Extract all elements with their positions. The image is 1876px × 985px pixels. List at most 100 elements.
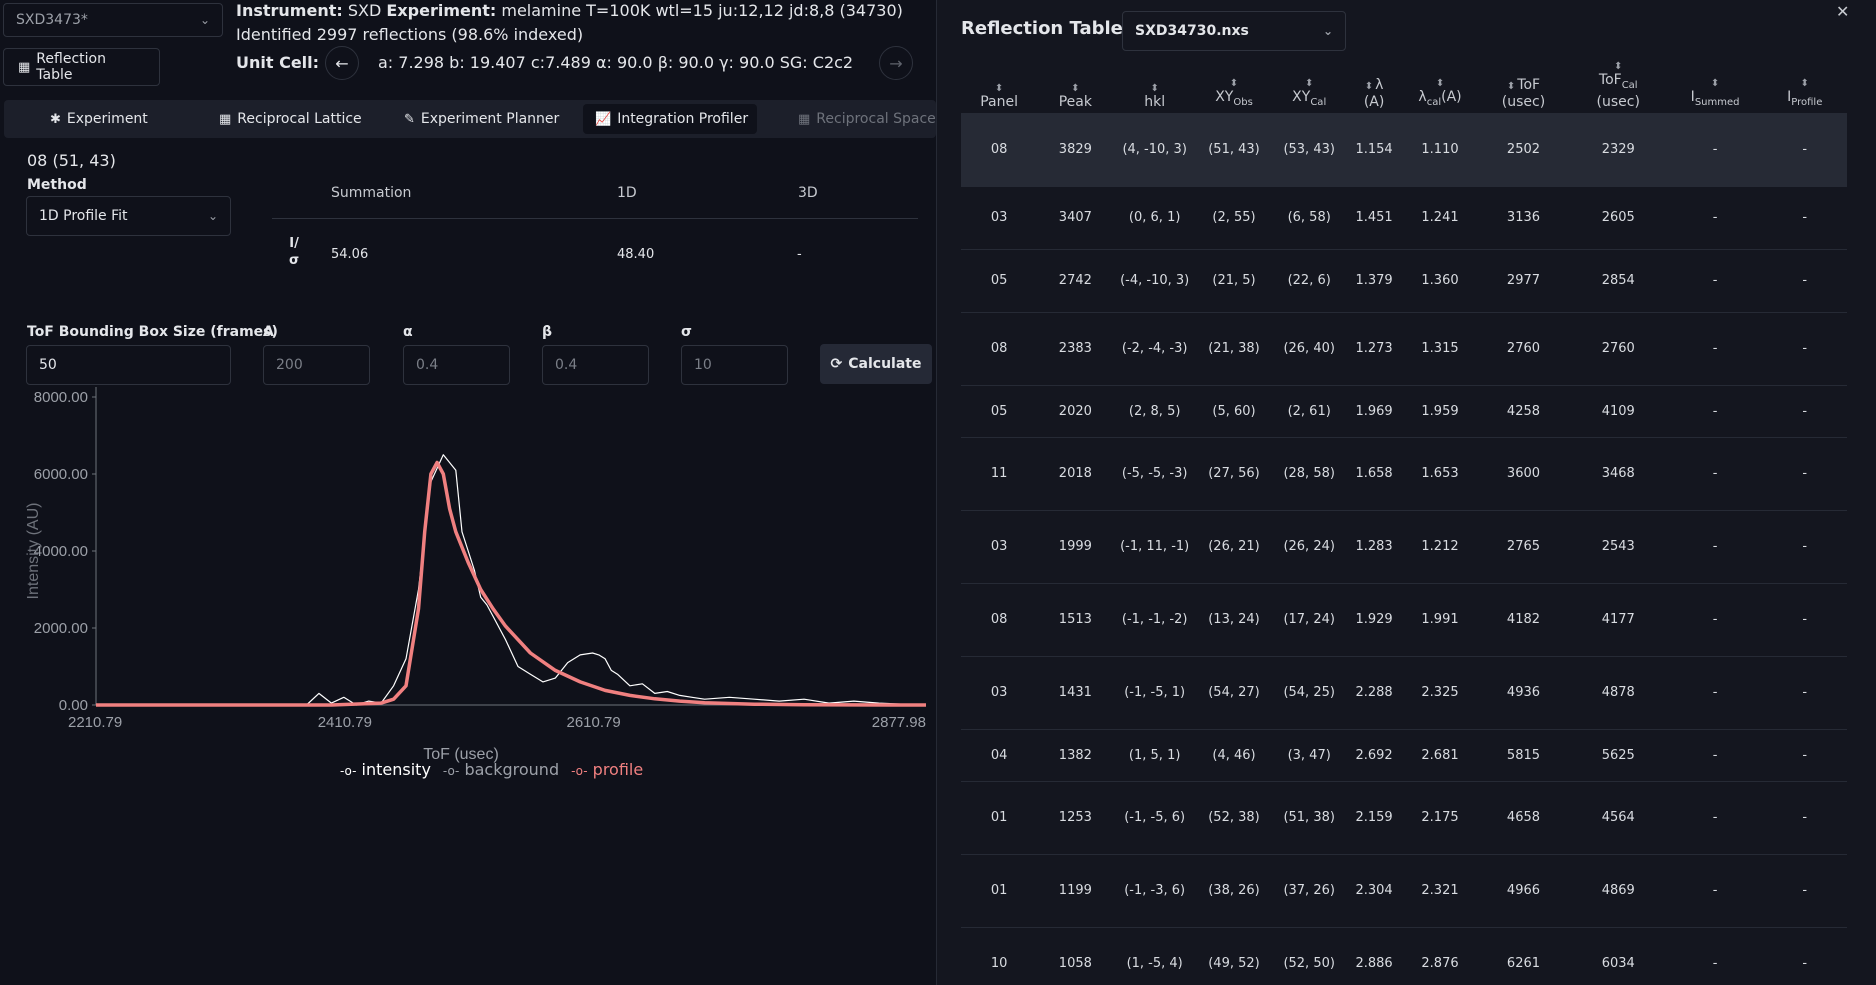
- table-cell: (21, 5): [1195, 249, 1273, 313]
- table-row[interactable]: 05 2742 (-4, -10, 3) (21, 5) (22, 6) 1.379 1.3…: [961, 249, 1847, 313]
- close-icon[interactable]: ✕: [1836, 2, 1849, 21]
- next-unit-cell-button[interactable]: →: [879, 46, 913, 80]
- table-cell: -: [1667, 112, 1763, 187]
- calculate-button[interactable]: ⟳ Calculate: [820, 344, 932, 384]
- column-header-6[interactable]: ⬍ λcal(A): [1402, 62, 1478, 113]
- table-row[interactable]: 08 3829 (4, -10, 3) (51, 43) (53, 43) 1.154 1.…: [961, 112, 1847, 187]
- file-select[interactable]: SXD34730.nxs ⌄: [1122, 11, 1346, 51]
- table-cell: -: [1762, 729, 1847, 782]
- table-cell: 1.212: [1401, 510, 1479, 584]
- param-alpha-input[interactable]: 0.4: [403, 345, 510, 385]
- table-cell: 2.304: [1346, 854, 1402, 928]
- reflection-table-title: Reflection Table: [961, 18, 1123, 39]
- y-tick-label: 8000.00: [34, 389, 88, 406]
- arrow-left-icon: ←: [335, 53, 349, 73]
- tab-reciprocal-space[interactable]: ▦ Reciprocal Space: [786, 104, 948, 134]
- table-row[interactable]: 08 1513 (-1, -1, -2) (13, 24) (17, 24) 1.929 1…: [961, 583, 1847, 657]
- table-cell: 1.658: [1346, 437, 1402, 511]
- table-row[interactable]: 01 1253 (-1, -5, 6) (52, 38) (51, 38) 2.159 2.…: [961, 781, 1847, 855]
- chart-legend: -o- intensity -o- background -o- profile: [340, 760, 643, 779]
- table-cell: 2383: [1037, 312, 1114, 386]
- column-header-label: XY: [1292, 89, 1311, 105]
- table-cell: (26, 24): [1272, 510, 1347, 584]
- tof-box-value: 50: [39, 357, 57, 373]
- table-cell: 3600: [1478, 437, 1569, 511]
- table-cell: 01: [961, 781, 1038, 855]
- tab-reciprocal-lattice[interactable]: ▦ Reciprocal Lattice: [207, 104, 374, 134]
- column-header-4[interactable]: ⬍ XYCal: [1272, 62, 1346, 113]
- tab-integration-profiler[interactable]: 📈 Integration Profiler: [583, 104, 757, 134]
- column-header-1[interactable]: ⬍ Peak: [1037, 62, 1113, 113]
- table-cell: 2.325: [1401, 656, 1479, 730]
- table-row[interactable]: 10 1058 (1, -5, 4) (49, 52) (52, 50) 2.886 2.8…: [961, 927, 1847, 985]
- table-row[interactable]: 01 1199 (-1, -3, 6) (38, 26) (37, 26) 2.304 2.…: [961, 854, 1847, 928]
- column-header-7[interactable]: ⬍ ToF (usec): [1478, 62, 1569, 113]
- tab-experiment[interactable]: ✱ Experiment: [38, 104, 160, 134]
- refresh-icon: ⟳: [830, 356, 843, 372]
- param-a-input[interactable]: 200: [263, 345, 370, 385]
- table-cell: 1.273: [1346, 312, 1402, 386]
- table-row[interactable]: 03 3407 (0, 6, 1) (2, 55) (6, 58) 1.451 1.241 3…: [961, 186, 1847, 250]
- table-cell: 3407: [1037, 186, 1114, 250]
- legend-profile-marker: -o-: [571, 764, 588, 778]
- column-header-0[interactable]: ⬍ Panel: [961, 62, 1037, 113]
- table-cell: 2018: [1037, 437, 1114, 511]
- column-header-9[interactable]: ⬍ ISummed: [1668, 62, 1763, 113]
- sort-icon: ⬍: [1506, 80, 1516, 92]
- table-cell: 4869: [1568, 854, 1668, 928]
- table-cell: 3468: [1568, 437, 1668, 511]
- table-cell: 1382: [1037, 729, 1114, 782]
- tof-box-input[interactable]: 50: [26, 345, 231, 385]
- table-cell: -: [1762, 437, 1847, 511]
- reflection-table-button[interactable]: ▦ Reflection Table: [3, 48, 160, 86]
- table-cell: 2.159: [1346, 781, 1402, 855]
- prev-unit-cell-button[interactable]: ←: [325, 46, 359, 80]
- table-cell: 5815: [1478, 729, 1569, 782]
- dataset-select[interactable]: SXD3473* ⌄: [3, 3, 223, 37]
- table-row[interactable]: 03 1999 (-1, 11, -1) (26, 21) (26, 24) 1.283 1…: [961, 510, 1847, 584]
- sort-icon: ⬍: [1710, 78, 1720, 89]
- asterisk-icon: ✱: [50, 111, 61, 127]
- i-sigma-label-top: I/: [289, 236, 299, 251]
- unit-cell-label: Unit Cell:: [236, 53, 319, 72]
- y-tick-label: 0.00: [59, 697, 88, 714]
- column-header-2[interactable]: ⬍ hkl: [1113, 62, 1195, 113]
- table-row[interactable]: 04 1382 (1, 5, 1) (4, 46) (3, 47) 2.692 2.681 5…: [961, 729, 1847, 782]
- table-cell: 4258: [1478, 385, 1569, 438]
- table-cell: 1.154: [1346, 112, 1402, 187]
- column-header-8[interactable]: ⬍ ToFCal (usec): [1569, 62, 1668, 113]
- table-cell: (49, 52): [1195, 927, 1273, 985]
- table-row[interactable]: 03 1431 (-1, -5, 1) (54, 27) (54, 25) 2.288 2.…: [961, 656, 1847, 730]
- table-row[interactable]: 11 2018 (-5, -5, -3) (27, 56) (28, 58) 1.658 1…: [961, 437, 1847, 511]
- y-tick-label: 6000.00: [34, 466, 88, 483]
- table-cell: (-1, -3, 6): [1113, 854, 1196, 928]
- table-cell: -: [1762, 385, 1847, 438]
- reflection-table-body: 08 3829 (4, -10, 3) (51, 43) (53, 43) 1.154 1.…: [961, 112, 1847, 985]
- legend-background-label: background: [464, 760, 560, 779]
- experiment-value: melamine T=100K wtl=15 ju:12,12 jd:8,8 (…: [501, 1, 903, 20]
- table-cell: -: [1667, 854, 1763, 928]
- table-cell: -: [1762, 249, 1847, 313]
- legend-profile[interactable]: -o- profile: [571, 760, 643, 779]
- param-sigma-input[interactable]: 10: [681, 345, 788, 385]
- legend-background[interactable]: -o- background: [443, 760, 559, 779]
- i-sigma-label-bottom: σ: [289, 253, 300, 268]
- column-header-3[interactable]: ⬍ XYObs: [1196, 62, 1272, 113]
- param-sigma-label: σ: [681, 324, 692, 340]
- param-a-placeholder: 200: [276, 357, 303, 373]
- table-row[interactable]: 08 2383 (-2, -4, -3) (21, 38) (26, 40) 1.273 1…: [961, 312, 1847, 386]
- param-beta-input[interactable]: 0.4: [542, 345, 649, 385]
- table-row[interactable]: 05 2020 (2, 8, 5) (5, 60) (2, 61) 1.969 1.959 4…: [961, 385, 1847, 438]
- table-cell: (26, 40): [1272, 312, 1347, 386]
- tab-experiment-planner[interactable]: ✎ Experiment Planner: [392, 104, 571, 134]
- method-select[interactable]: 1D Profile Fit ⌄: [26, 196, 231, 236]
- 1d-value: 48.40: [617, 247, 655, 262]
- chevron-down-icon: ⌄: [199, 13, 210, 27]
- column-header-10[interactable]: ⬍ IProfile: [1762, 62, 1847, 113]
- column-header-5[interactable]: ⬍ λ (A): [1346, 62, 1402, 113]
- table-cell: 4177: [1568, 583, 1668, 657]
- legend-intensity[interactable]: -o- intensity: [340, 760, 431, 779]
- legend-intensity-marker: -o-: [340, 764, 357, 778]
- method-select-value: 1D Profile Fit: [39, 208, 128, 224]
- sort-icon: ⬍: [1435, 78, 1445, 89]
